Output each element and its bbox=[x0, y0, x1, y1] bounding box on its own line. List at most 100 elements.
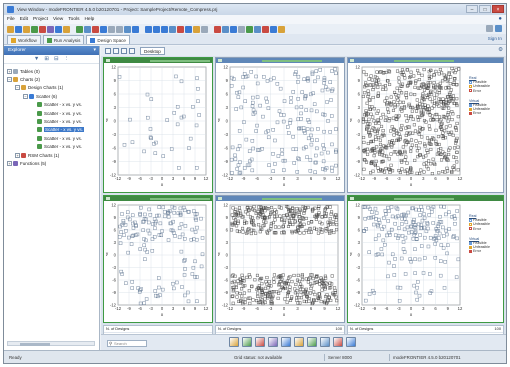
scatter-plot[interactable]: -12-12-9-9-6-6-3-3003366991212xy bbox=[104, 63, 212, 192]
tree-item[interactable]: − Design Charts (1) bbox=[4, 84, 99, 92]
scatter-panel-6[interactable]: -12 -12 -9 -9 -6 -6 -3 -3 0 0 3 3 6 6 9 9 12 12 x y Real Feas… bbox=[347, 195, 504, 323]
toolbar-tool-icon[interactable] bbox=[100, 25, 107, 33]
toolbar-tool-icon[interactable] bbox=[185, 25, 192, 33]
tree-item[interactable]: Scatter - x vs. y vs. bbox=[4, 134, 99, 142]
toolbar-tool-icon[interactable] bbox=[116, 25, 123, 33]
settings-icon[interactable] bbox=[486, 25, 493, 32]
toolbar-tool-icon[interactable] bbox=[55, 25, 62, 33]
chart-type-icon[interactable] bbox=[320, 337, 330, 347]
chart-type-icon[interactable] bbox=[255, 337, 265, 347]
panel-menu-icon[interactable] bbox=[218, 197, 222, 200]
help-icon[interactable]: ● bbox=[498, 16, 502, 22]
chart-type-icon[interactable] bbox=[333, 337, 343, 347]
expand-toggle-icon[interactable]: + bbox=[15, 152, 20, 158]
menu-project[interactable]: Project bbox=[33, 17, 48, 22]
search-input[interactable]: ⚲ Search bbox=[107, 340, 147, 347]
tree-item[interactable]: Scatter - x vs. y vs. bbox=[4, 101, 99, 109]
toolbar-tool-icon[interactable] bbox=[262, 25, 269, 33]
scatter-plot[interactable]: -12-12-9-9-6-6-3-3003366991212xy bbox=[348, 63, 466, 192]
menu-help[interactable]: Help bbox=[84, 17, 94, 22]
tree-item[interactable]: Scatter - x vs. y vs. bbox=[4, 126, 99, 134]
scatter-panel-3[interactable]: -12 -12 -9 -9 -6 -6 -3 -3 0 0 3 3 6 6 9 9 12 12 x y Real Feas… bbox=[347, 57, 504, 193]
toolbar-tool-icon[interactable] bbox=[39, 25, 46, 33]
tree-item[interactable]: + Functions (5) bbox=[4, 159, 99, 167]
expand-icon[interactable]: ⊞ bbox=[44, 56, 49, 62]
tree-item[interactable]: Scatter - x vs. y vs. bbox=[4, 109, 99, 117]
toolbar-tool-icon[interactable] bbox=[169, 25, 176, 33]
tab-workflow[interactable]: Workflow bbox=[7, 35, 41, 44]
toolbar-tool-icon[interactable] bbox=[201, 25, 208, 33]
layout-4-icon[interactable] bbox=[129, 48, 135, 54]
toolbar-tool-icon[interactable] bbox=[193, 25, 200, 33]
toolbar-tool-icon[interactable] bbox=[270, 25, 277, 33]
chart-type-icon[interactable] bbox=[229, 337, 239, 347]
legend-item[interactable]: Error bbox=[469, 111, 490, 115]
toolbar-tool-icon[interactable] bbox=[47, 25, 54, 33]
menu-file[interactable]: File bbox=[7, 17, 15, 22]
scatter-plot[interactable]: -12-12-9-9-6-6-3-3003366991212xy bbox=[348, 201, 466, 322]
sign-in-link[interactable]: Sign In bbox=[488, 36, 502, 41]
tab-run-analysis[interactable]: Run Analysis bbox=[42, 35, 85, 44]
toolbar-tool-icon[interactable] bbox=[7, 25, 14, 33]
toolbar-tool-icon[interactable] bbox=[31, 25, 38, 33]
chart-type-icon[interactable] bbox=[268, 337, 278, 347]
tree-item[interactable]: + Tables (0) bbox=[4, 67, 99, 75]
toolbar-tool-icon[interactable] bbox=[177, 25, 184, 33]
toolbar-tool-icon[interactable] bbox=[92, 25, 99, 33]
toolbar-tool-icon[interactable] bbox=[222, 25, 229, 33]
panel-menu-icon[interactable] bbox=[350, 197, 354, 200]
toolbar-tool-icon[interactable] bbox=[84, 25, 91, 33]
expand-toggle-icon[interactable]: + bbox=[7, 68, 12, 74]
legend-item[interactable]: Error bbox=[469, 249, 490, 253]
expand-toggle-icon[interactable]: + bbox=[7, 160, 12, 166]
scatter-plot[interactable]: -12-12-9-9-6-6-3-3003366991212xy bbox=[216, 201, 344, 322]
toolbar-tool-icon[interactable] bbox=[15, 25, 22, 33]
expand-toggle-icon[interactable]: − bbox=[15, 85, 20, 91]
toolbar-tool-icon[interactable] bbox=[230, 25, 237, 33]
toolbar-tool-icon[interactable] bbox=[153, 25, 160, 33]
scatter-plot[interactable]: -12-12-9-9-6-6-3-3003366991212xy bbox=[216, 63, 344, 192]
desktop-options-icon[interactable]: ⚙ bbox=[498, 47, 503, 53]
desktop-tab[interactable]: Desktop bbox=[140, 47, 165, 55]
collapse-icon[interactable]: ⊟ bbox=[54, 56, 59, 62]
toolbar-tool-icon[interactable] bbox=[63, 25, 70, 33]
menu-view[interactable]: View bbox=[53, 17, 63, 22]
tree-item[interactable]: Scatter - x vs. y vs. bbox=[4, 143, 99, 151]
more-icon[interactable]: ⋮ bbox=[64, 56, 70, 62]
tree-item[interactable]: + RSM Charts (1) bbox=[4, 151, 99, 159]
chart-type-icon[interactable] bbox=[242, 337, 252, 347]
panel-menu-icon[interactable] bbox=[106, 197, 110, 200]
toolbar-tool-icon[interactable] bbox=[76, 25, 83, 33]
toolbar-tool-icon[interactable] bbox=[23, 25, 30, 33]
scroll-thumb[interactable] bbox=[20, 342, 50, 346]
toolbar-tool-icon[interactable] bbox=[124, 25, 131, 33]
scatter-panel-2[interactable]: -12 -12 -9 -9 -6 -6 -3 -3 0 0 3 3 6 6 9 9 12 12 x y bbox=[215, 57, 345, 193]
chart-type-icon[interactable] bbox=[281, 337, 291, 347]
tree-item[interactable]: − Scatter (6) bbox=[4, 92, 99, 100]
layout-icon[interactable] bbox=[495, 25, 502, 32]
chart-type-icon[interactable] bbox=[307, 337, 317, 347]
tree-item[interactable]: − Charts (2) bbox=[4, 75, 99, 83]
toolbar-tool-icon[interactable] bbox=[246, 25, 253, 33]
maximize-button[interactable]: □ bbox=[479, 5, 491, 13]
toolbar-tool-icon[interactable] bbox=[108, 25, 115, 33]
scatter-panel-1[interactable]: -12 -12 -9 -9 -6 -6 -3 -3 0 0 3 3 6 6 9 9 12 12 x y bbox=[103, 57, 213, 193]
panel-menu-icon[interactable] bbox=[106, 59, 110, 62]
filter-icon[interactable]: ▼ bbox=[34, 56, 39, 62]
chart-type-icon[interactable] bbox=[346, 337, 356, 347]
toolbar-tool-icon[interactable] bbox=[145, 25, 152, 33]
menu-edit[interactable]: Edit bbox=[20, 17, 28, 22]
tab-design-space[interactable]: Design Space bbox=[86, 35, 130, 44]
chart-type-icon[interactable] bbox=[294, 337, 304, 347]
toolbar-tool-icon[interactable] bbox=[278, 25, 285, 33]
expand-toggle-icon[interactable]: − bbox=[23, 93, 28, 99]
menu-tools[interactable]: Tools bbox=[68, 17, 79, 22]
toolbar-tool-icon[interactable] bbox=[132, 25, 139, 33]
toolbar-tool-icon[interactable] bbox=[161, 25, 168, 33]
expand-toggle-icon[interactable]: − bbox=[7, 77, 12, 83]
tree-item[interactable]: Scatter - x vs. y vs. bbox=[4, 117, 99, 125]
layout-3-icon[interactable] bbox=[121, 48, 127, 54]
layout-1-icon[interactable] bbox=[105, 48, 111, 54]
toolbar-tool-icon[interactable] bbox=[214, 25, 221, 33]
minimize-button[interactable]: – bbox=[466, 5, 478, 13]
